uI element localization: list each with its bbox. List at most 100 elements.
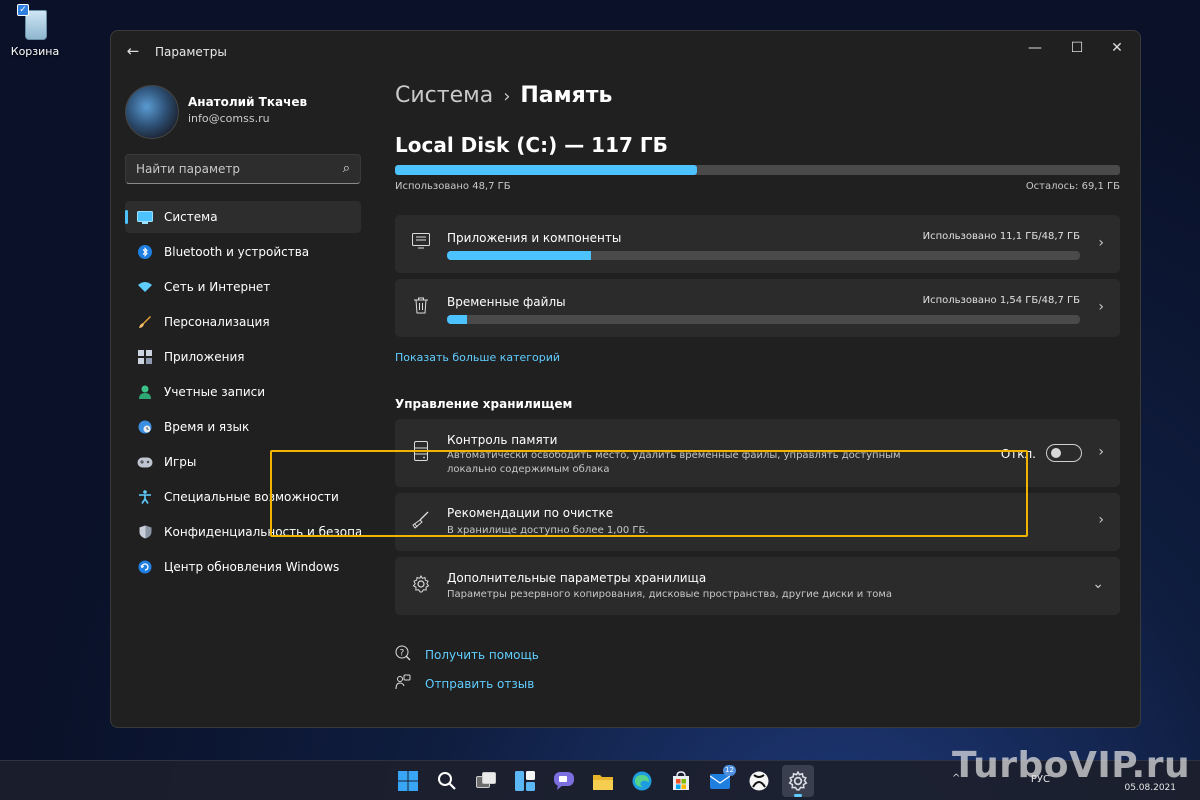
gamepad-icon [137, 454, 153, 470]
disk-free-label: Осталось: 69,1 ГБ [1025, 181, 1120, 192]
storage-drive-icon [411, 441, 431, 465]
profile-email: info@comss.ru [188, 112, 270, 125]
sidebar-item-network[interactable]: Сеть и Интернет [125, 271, 361, 303]
mail-icon[interactable]: 12 [704, 765, 736, 797]
shield-icon [137, 524, 153, 540]
task-view-icon[interactable] [470, 765, 502, 797]
chevron-right-icon: › [1098, 235, 1104, 251]
sidebar-item-label: Приложения [164, 350, 245, 364]
storage-sense-toggle[interactable] [1046, 444, 1082, 462]
sidebar-item-windows-update[interactable]: Центр обновления Windows [125, 551, 361, 583]
taskbar-icons: 12 [392, 765, 821, 797]
search-icon[interactable] [431, 765, 463, 797]
monitor-icon [137, 209, 153, 225]
category-temp-files[interactable]: Временные файлы Использовано 1,54 ГБ/48,… [395, 279, 1120, 337]
xbox-icon[interactable] [743, 765, 775, 797]
sidebar-item-label: Bluetooth и устройства [164, 245, 310, 259]
chevron-right-icon: › [1098, 512, 1104, 528]
person-icon [137, 384, 153, 400]
sidebar-item-label: Специальные возможности [164, 490, 339, 504]
profile-name: Анатолий Ткачев [188, 95, 308, 109]
broom-icon [411, 511, 431, 533]
category-usage-bar [447, 315, 1080, 324]
sidebar-item-apps[interactable]: Приложения [125, 341, 361, 373]
category-usage: Использовано 11,1 ГБ/48,7 ГБ [922, 231, 1080, 242]
advanced-storage-card[interactable]: Дополнительные параметры хранилища Парам… [395, 557, 1120, 615]
page-title: Память [520, 83, 613, 108]
bluetooth-icon [137, 244, 153, 260]
settings-icon[interactable] [782, 765, 814, 797]
widgets-icon[interactable] [509, 765, 541, 797]
category-usage-fill [447, 251, 592, 260]
advanced-storage-description: Параметры резервного копирования, дисков… [447, 589, 892, 600]
edge-icon[interactable] [626, 765, 658, 797]
arrow-left-icon: ← [126, 42, 140, 60]
brush-icon [137, 314, 153, 330]
disk-title: Local Disk (C:) — 117 ГБ [395, 133, 668, 157]
globe-clock-icon [137, 419, 153, 435]
breadcrumb-separator: › [503, 86, 511, 107]
breadcrumb: Система › Память [395, 83, 612, 108]
category-title: Приложения и компоненты [447, 231, 622, 245]
file-explorer-icon[interactable] [587, 765, 619, 797]
send-feedback-link[interactable]: Отправить отзыв [395, 674, 534, 694]
sidebar-item-accounts[interactable]: Учетные записи [125, 376, 361, 408]
sidebar-nav: Система Bluetooth и устройства Сеть и Ин… [125, 201, 361, 586]
cleanup-description: В хранилище доступно более 1,00 ГБ. [447, 525, 649, 536]
update-icon [137, 559, 153, 575]
recycle-bin-icon: ✓ [17, 4, 53, 42]
sidebar-item-time-language[interactable]: Время и язык [125, 411, 361, 443]
svg-text:?: ? [400, 649, 405, 659]
search-box: ⌕ [125, 154, 361, 184]
search-icon[interactable]: ⌕ [343, 161, 350, 176]
sidebar-item-privacy[interactable]: Конфиденциальность и безопасность [125, 516, 361, 548]
category-usage: Использовано 1,54 ГБ/48,7 ГБ [922, 295, 1080, 306]
apps-icon [137, 349, 153, 365]
app-title: Параметры [155, 45, 227, 59]
search-input[interactable] [126, 155, 326, 183]
breadcrumb-parent[interactable]: Система [395, 83, 493, 108]
recycle-bin-label: Корзина [10, 45, 60, 58]
sidebar-item-gaming[interactable]: Игры [125, 446, 361, 478]
settings-window: ← Параметры — ☐ ✕ Анатолий Ткачев info@c… [110, 30, 1141, 728]
desktop-recycle-bin[interactable]: ✓ Корзина [10, 4, 60, 58]
store-icon[interactable] [665, 765, 697, 797]
disk-usage-fill [395, 165, 697, 175]
sidebar-item-label: Время и язык [164, 420, 250, 434]
toggle-knob [1051, 448, 1061, 458]
sidebar-item-system[interactable]: Система [125, 201, 361, 233]
storage-sense-card[interactable]: Контроль памяти Автоматически освободить… [395, 419, 1120, 487]
get-help-link[interactable]: ? Получить помощь [395, 645, 539, 665]
sidebar-item-personalization[interactable]: Персонализация [125, 306, 361, 338]
category-title: Временные файлы [447, 295, 566, 309]
help-icon: ? [395, 645, 413, 665]
sidebar-item-label: Система [164, 210, 218, 224]
gear-icon [411, 574, 431, 597]
mail-badge: 12 [723, 765, 736, 776]
category-usage-bar [447, 251, 1080, 260]
storage-sense-description: Автоматически освободить место, удалить … [447, 450, 901, 475]
sidebar-item-accessibility[interactable]: Специальные возможности [125, 481, 361, 513]
sidebar-item-label: Игры [164, 455, 197, 469]
chevron-down-icon: ⌄ [1092, 576, 1104, 592]
trash-icon [411, 297, 431, 318]
cleanup-recommendations-card[interactable]: Рекомендации по очистке В хранилище дост… [395, 493, 1120, 551]
category-usage-fill [447, 315, 468, 324]
sidebar-item-label: Персонализация [164, 315, 270, 329]
apps-list-icon [411, 233, 431, 253]
chat-icon[interactable] [548, 765, 580, 797]
sidebar-item-label: Центр обновления Windows [164, 560, 340, 574]
disk-used-label: Использовано 48,7 ГБ [395, 181, 511, 192]
cleanup-title: Рекомендации по очистке [447, 506, 614, 520]
send-feedback-label: Отправить отзыв [425, 677, 535, 691]
show-more-categories-link[interactable]: Показать больше категорий [395, 351, 560, 364]
back-button[interactable]: ← [123, 41, 143, 61]
accessibility-icon [137, 489, 153, 505]
sidebar-item-label: Учетные записи [164, 385, 266, 399]
category-apps-features[interactable]: Приложения и компоненты Использовано 11,… [395, 215, 1120, 273]
storage-sense-toggle-label: Откл. [1000, 447, 1036, 461]
chevron-right-icon: › [1098, 444, 1104, 460]
sidebar-item-bluetooth[interactable]: Bluetooth и устройства [125, 236, 361, 268]
storage-sense-title: Контроль памяти [447, 433, 558, 447]
windows-start-icon[interactable] [392, 765, 424, 797]
